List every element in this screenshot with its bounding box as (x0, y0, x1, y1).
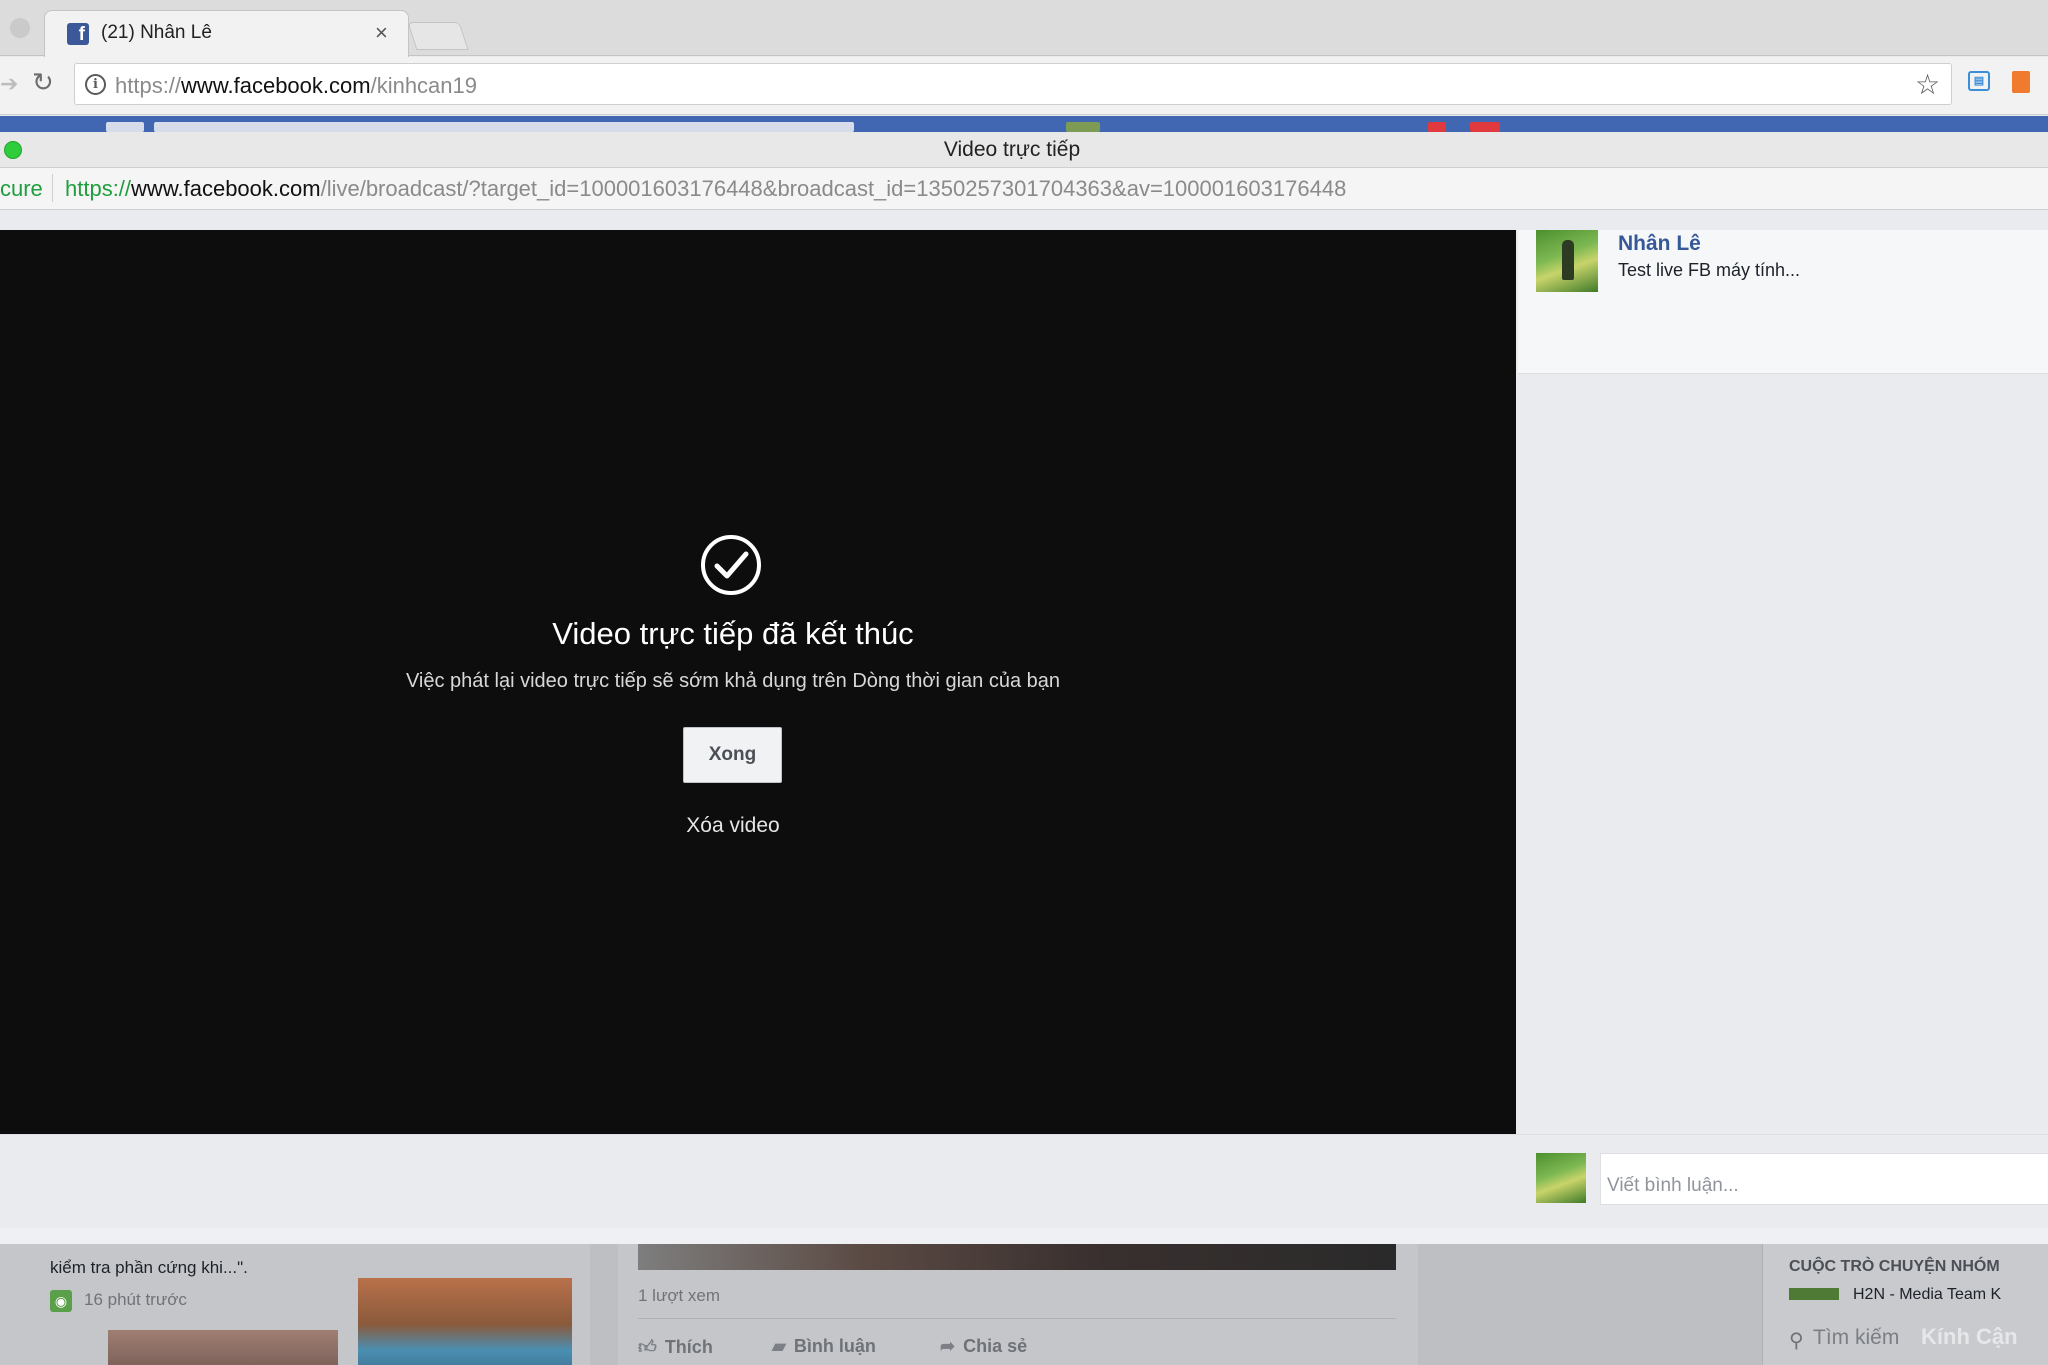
thumbs-up-icon: 👍︎ (638, 1337, 657, 1357)
url-path: /kinhcan19 (370, 73, 477, 98)
popup-titlebar: Video trực tiếp (0, 132, 2048, 168)
live-ended-description: Việc phát lại video trực tiếp sẽ sớm khả… (405, 670, 1061, 692)
group-photo (358, 1278, 572, 1365)
url-host: www.facebook.com (181, 73, 371, 98)
like-button[interactable]: 👍︎ Thích (638, 1336, 713, 1358)
post-status-text: Test live FB máy tính... (1618, 260, 1801, 280)
extension-office-icon[interactable] (2012, 71, 2030, 93)
comment-icon: ▰ (772, 1336, 786, 1356)
watermark: Kính Cận (1921, 1324, 2018, 1349)
address-bar[interactable]: i https://www.facebook.com/kinhcan19 ☆ (74, 63, 1952, 105)
fb-notification-badge (1428, 122, 1446, 132)
fb-avatar-fragment (1066, 122, 1100, 132)
comments-sidebar: Nhân Lê Test live FB máy tính... (1518, 230, 2048, 1134)
share-label: Chia sẻ (963, 1336, 1028, 1356)
popup-url-scheme: https:// (65, 176, 132, 201)
search-icon: ⚲ (1789, 1330, 1804, 1352)
post-header: Nhân Lê Test live FB máy tính... (1518, 230, 2048, 374)
fb-search-fragment (154, 122, 854, 132)
popup-url-bar: cure https://www.facebook.com/live/broad… (0, 168, 2048, 210)
window-bottom-edge (0, 1228, 2048, 1244)
news-time: 16 phút trước (84, 1290, 187, 1309)
post-video-thumbnail (638, 1244, 1396, 1270)
bookmark-star-icon[interactable]: ☆ (1915, 68, 1940, 101)
fb-notification-badge (1470, 122, 1500, 132)
background-page: kiểm tra phần cứng khi...". ◉ 16 phút tr… (0, 1228, 2048, 1365)
commenter-avatar (1536, 1153, 1586, 1203)
fb-logo-fragment (106, 122, 144, 132)
live-ended-title: Video trực tiếp đã kết thúc (552, 616, 914, 651)
share-button[interactable]: ➦ Chia sẻ (940, 1336, 1027, 1357)
news-snippet: kiểm tra phần cứng khi...". (50, 1258, 248, 1277)
author-name-link[interactable]: Nhân Lê (1618, 232, 1701, 256)
share-icon: ➦ (940, 1336, 956, 1356)
info-icon[interactable]: i (85, 74, 106, 95)
address-bar-url[interactable]: https://www.facebook.com/kinhcan19 (115, 73, 477, 99)
facebook-favicon-icon: f (67, 23, 89, 45)
extension-icon[interactable]: ▤ (1968, 71, 1990, 91)
check-circle-icon (701, 535, 761, 595)
divider (638, 1318, 1396, 1319)
done-button[interactable]: Xong (683, 727, 782, 783)
popup-url-host: www.facebook.com (131, 176, 321, 201)
news-photo (108, 1330, 338, 1365)
chat-search-input[interactable]: Tìm kiếm (1813, 1326, 1899, 1350)
background-post-card: 1 lượt xem 👍︎ Thích ▰ Bình luận ➦ Chia sẻ (618, 1244, 1418, 1365)
background-news-card: kiểm tra phần cứng khi...". ◉ 16 phút tr… (0, 1244, 590, 1365)
new-tab-button[interactable] (407, 22, 469, 50)
popup-window-title: Video trực tiếp (943, 138, 1081, 161)
chat-sidebar: CUỘC TRÒ CHUYỆN NHÓM H2N - Media Team K … (1762, 1244, 2048, 1365)
url-scheme: https:// (115, 73, 182, 98)
tab-close-icon[interactable]: × (375, 20, 388, 46)
view-count: 1 lượt xem (638, 1286, 721, 1305)
popup-url-path: /live/broadcast/?target_id=1000016031764… (320, 176, 1347, 201)
delete-video-link[interactable]: Xóa video (0, 814, 1466, 838)
url-divider (52, 174, 53, 202)
window-control-dot[interactable] (10, 18, 30, 38)
reload-icon[interactable]: ↻ (32, 67, 54, 98)
group-chat-header: CUỘC TRÒ CHUYỆN NHÓM (1789, 1258, 2000, 1275)
author-avatar[interactable] (1536, 230, 1598, 292)
group-thumbnail (1789, 1288, 1839, 1300)
browser-toolbar: ➔ ↻ i https://www.facebook.com/kinhcan19… (0, 57, 2048, 115)
group-chat-name[interactable]: H2N - Media Team K (1853, 1286, 2001, 1302)
tab-title: (21) Nhân Lê (101, 22, 212, 43)
avatar-figure (1562, 240, 1574, 280)
secure-label: cure (0, 176, 43, 201)
comment-label: Bình luận (793, 1336, 876, 1356)
comment-button[interactable]: ▰ Bình luận (772, 1336, 876, 1357)
comment-bar (0, 1134, 2048, 1228)
forward-icon[interactable]: ➔ (0, 71, 18, 97)
facebook-top-bar (0, 116, 2048, 132)
live-video-area: Video trực tiếp đã kết thúc Việc phát lạ… (0, 230, 1516, 1134)
popup-url: https://www.facebook.com/live/broadcast/… (65, 176, 1346, 202)
rss-icon: ◉ (50, 1290, 72, 1312)
comment-input[interactable] (1600, 1153, 2048, 1205)
like-label: Thích (664, 1337, 713, 1357)
browser-tab[interactable]: f (21) Nhân Lê × (44, 10, 409, 57)
browser-tabstrip: f (21) Nhân Lê × (0, 0, 2048, 57)
